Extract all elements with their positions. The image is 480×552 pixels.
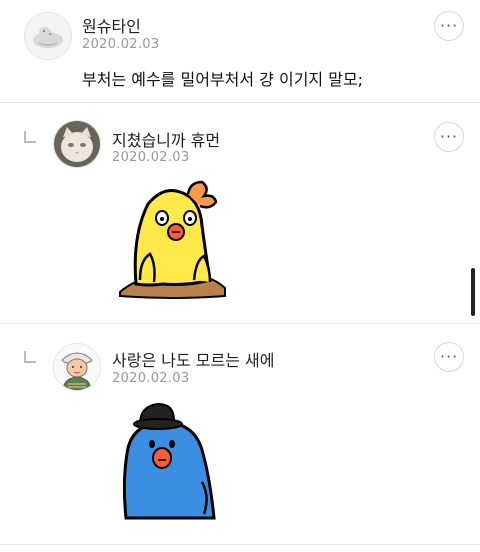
character-avatar-icon[interactable] [53, 343, 101, 391]
comment-divider [0, 102, 480, 103]
scrollbar-thumb[interactable] [471, 268, 475, 316]
more-options-button[interactable]: ··· [434, 11, 464, 41]
comment-date: 2020.02.03 [112, 371, 190, 386]
comment-text: 부처는 예수를 밀어부처서 걍 이기지 말모; [82, 70, 364, 89]
yellow-chick-sticker-icon [118, 176, 228, 306]
comment-date: 2020.02.03 [82, 37, 160, 52]
reply-indicator-icon [24, 131, 36, 143]
blue-bird-sticker-icon [118, 398, 228, 524]
more-options-button[interactable]: ··· [434, 122, 464, 152]
reply-indicator-icon [24, 351, 36, 363]
comment-date: 2020.02.03 [112, 150, 190, 165]
comment-author[interactable]: 지쳤습니까 휴먼 [112, 127, 220, 151]
cat-photo-avatar-icon[interactable] [53, 120, 101, 168]
comment-author[interactable]: 원슈타인 [82, 13, 141, 37]
comment-author[interactable]: 사랑은 나도 모르는 새에 [112, 347, 274, 371]
comment-divider [0, 544, 480, 545]
comment-divider [0, 323, 480, 324]
duck-avatar-icon[interactable] [24, 12, 72, 60]
more-options-button[interactable]: ··· [434, 342, 464, 372]
